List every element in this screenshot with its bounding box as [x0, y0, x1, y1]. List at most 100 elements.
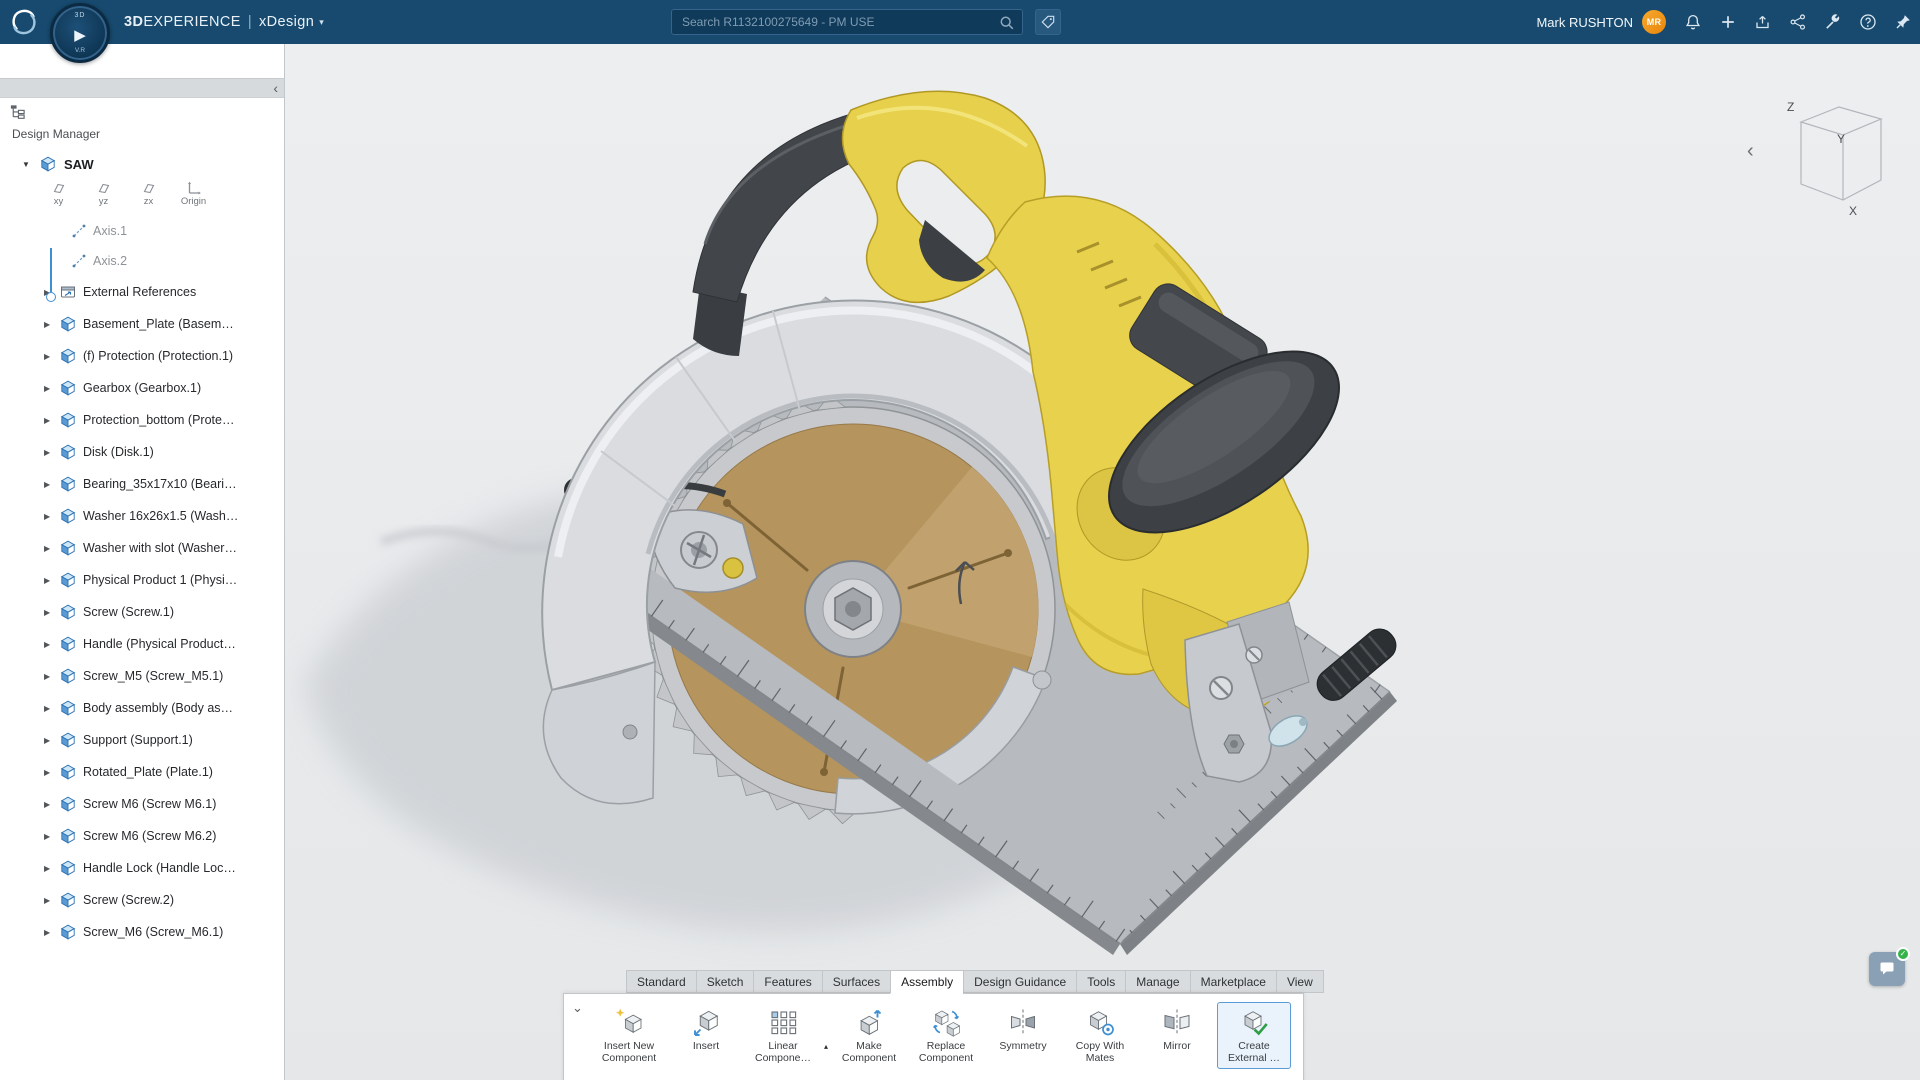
tree-item[interactable]: ▶ Screw M6 (Screw M6.1) [0, 788, 284, 820]
tool-button[interactable]: Create External … [1217, 1002, 1291, 1069]
tool-button[interactable]: Symmetry [986, 1002, 1060, 1056]
tool-button[interactable]: Insert [669, 1002, 743, 1056]
tree-item[interactable]: ▶ Bearing_35x17x10 (Beari… [0, 468, 284, 500]
expand-arrow-icon[interactable]: ▶ [44, 608, 53, 617]
ribbon-tab[interactable]: Features [753, 970, 821, 993]
expand-arrow-icon[interactable]: ▼ [22, 160, 32, 169]
ribbon-tab[interactable]: Surfaces [822, 970, 890, 993]
search-input[interactable] [672, 10, 1022, 34]
tree-item[interactable]: ▶ Screw_M5 (Screw_M5.1) [0, 660, 284, 692]
tool-icon [1239, 1006, 1269, 1038]
tree-item[interactable]: ▶ Screw (Screw.2) [0, 884, 284, 916]
expand-arrow-icon[interactable]: ▶ [44, 672, 53, 681]
ribbon-tab[interactable]: Manage [1125, 970, 1189, 993]
expand-arrow-icon[interactable]: ▶ [44, 640, 53, 649]
tree-item[interactable]: ▶ Support (Support.1) [0, 724, 284, 756]
tree-item[interactable]: ▶ Screw M6 (Screw M6.2) [0, 820, 284, 852]
expand-arrow-icon[interactable]: ▶ [44, 576, 53, 585]
tree-item[interactable]: ▶ Body assembly (Body as… [0, 692, 284, 724]
panel-collapse-icon[interactable]: ‹ [273, 79, 278, 97]
play-icon[interactable]: ▶ [53, 26, 107, 44]
notifications-icon[interactable] [1684, 13, 1702, 31]
chat-button[interactable]: ✓ [1869, 952, 1905, 986]
expand-arrow-icon[interactable]: ▶ [44, 736, 53, 745]
tree-manager-icon[interactable] [9, 107, 26, 124]
viewport-3d[interactable]: ‹ Z Y X StandardSketchFeaturesSurfacesAs… [285, 44, 1920, 1080]
user-name[interactable]: Mark RUSHTON [1536, 15, 1633, 30]
pin-icon[interactable] [1894, 13, 1912, 31]
viewcube-chevron-icon[interactable]: ‹ [1747, 140, 1754, 163]
flyout-arrow-icon[interactable]: ▴ [824, 1042, 828, 1051]
tool-button[interactable]: Copy With Mates [1063, 1002, 1137, 1069]
ribbon-tab[interactable]: Design Guidance [963, 970, 1076, 993]
expand-arrow-icon[interactable]: ▶ [44, 896, 53, 905]
plane-item[interactable]: yz [81, 180, 126, 207]
tool-button[interactable]: Mirror [1140, 1002, 1214, 1056]
plane-item[interactable]: xy [36, 180, 81, 207]
tree-item[interactable]: ▶ Handle (Physical Product… [0, 628, 284, 660]
expand-arrow-icon[interactable]: ▶ [44, 832, 53, 841]
expand-arrow-icon[interactable]: ▶ [44, 416, 53, 425]
tools-icon[interactable] [1824, 13, 1842, 31]
app-switcher[interactable]: xDesign▾ [259, 14, 324, 30]
expand-arrow-icon[interactable]: ▶ [44, 384, 53, 393]
tree-item-axis[interactable]: Axis.2 [0, 246, 284, 276]
tree-item[interactable]: ▶ Protection_bottom (Prote… [0, 404, 284, 436]
ribbon-tab[interactable]: Assembly [890, 970, 963, 994]
top-bar-right: Mark RUSHTON MR [1536, 0, 1912, 44]
tree-item[interactable]: ▶ Basement_Plate (Basem… [0, 308, 284, 340]
tree-item[interactable]: ▶ Physical Product 1 (Physi… [0, 564, 284, 596]
component-icon [60, 380, 76, 396]
3ds-logo[interactable] [8, 6, 40, 38]
tree-item[interactable]: ▶ Disk (Disk.1) [0, 436, 284, 468]
compass-top-label: 3D [53, 12, 107, 19]
tree-item[interactable]: ▶ External References [0, 276, 284, 308]
tree-root-saw[interactable]: ▼ SAW [0, 148, 284, 180]
tree-item[interactable]: ▶ Screw_M6 (Screw_M6.1) [0, 916, 284, 948]
tool-label: Insert New Component [595, 1040, 663, 1065]
expand-arrow-icon[interactable]: ▶ [44, 544, 53, 553]
tree-item-axis[interactable]: Axis.1 [0, 216, 284, 246]
expand-arrow-icon[interactable]: ▶ [44, 800, 53, 809]
expand-arrow-icon[interactable]: ▶ [44, 480, 53, 489]
search-icon[interactable] [999, 15, 1015, 31]
ribbon-tab[interactable]: Standard [626, 970, 696, 993]
tree-item[interactable]: ▶ Handle Lock (Handle Loc… [0, 852, 284, 884]
expand-arrow-icon[interactable]: ▶ [44, 320, 53, 329]
tree-item[interactable]: ▶ Screw (Screw.1) [0, 596, 284, 628]
ribbon-tab[interactable]: Sketch [696, 970, 754, 993]
plane-item[interactable]: zx [126, 180, 171, 207]
add-icon[interactable] [1719, 13, 1737, 31]
tag-button[interactable] [1035, 9, 1061, 35]
tool-button[interactable]: Make Component [832, 1002, 906, 1069]
expand-arrow-icon[interactable]: ▶ [44, 352, 53, 361]
tree-item[interactable]: ▶ Washer 16x26x1.5 (Wash… [0, 500, 284, 532]
tool-button[interactable]: Linear Compone… [746, 1002, 820, 1069]
3d-compass[interactable]: 3D ▶ V.R [50, 3, 110, 63]
toolbar-collapse-icon[interactable]: ⌄ [572, 1000, 583, 1016]
tool-button[interactable]: Replace Component [909, 1002, 983, 1069]
expand-arrow-icon[interactable]: ▶ [44, 448, 53, 457]
plane-item[interactable]: Origin [171, 180, 216, 207]
tool-button[interactable]: Insert New Component [592, 1002, 666, 1069]
expand-arrow-icon[interactable]: ▶ [44, 704, 53, 713]
ribbon-tab[interactable]: Tools [1076, 970, 1125, 993]
plane-icon [141, 180, 157, 196]
view-cube[interactable]: Z Y X [1773, 92, 1893, 222]
avatar[interactable]: MR [1642, 10, 1666, 34]
expand-arrow-icon[interactable]: ▶ [44, 768, 53, 777]
expand-arrow-icon[interactable]: ▶ [44, 928, 53, 937]
tree-item[interactable]: ▶ (f) Protection (Protection.1) [0, 340, 284, 372]
ribbon-tab[interactable]: Marketplace [1190, 970, 1276, 993]
tree-item[interactable]: ▶ Washer with slot (Washer… [0, 532, 284, 564]
component-icon [60, 636, 76, 652]
tree-item[interactable]: ▶ Rotated_Plate (Plate.1) [0, 756, 284, 788]
expand-arrow-icon[interactable]: ▶ [44, 864, 53, 873]
ribbon-tab[interactable]: View [1276, 970, 1324, 993]
tree-item[interactable]: ▶ Gearbox (Gearbox.1) [0, 372, 284, 404]
share-icon[interactable] [1754, 13, 1772, 31]
component-icon [60, 796, 76, 812]
collaborate-icon[interactable] [1789, 13, 1807, 31]
help-icon[interactable] [1859, 13, 1877, 31]
expand-arrow-icon[interactable]: ▶ [44, 512, 53, 521]
